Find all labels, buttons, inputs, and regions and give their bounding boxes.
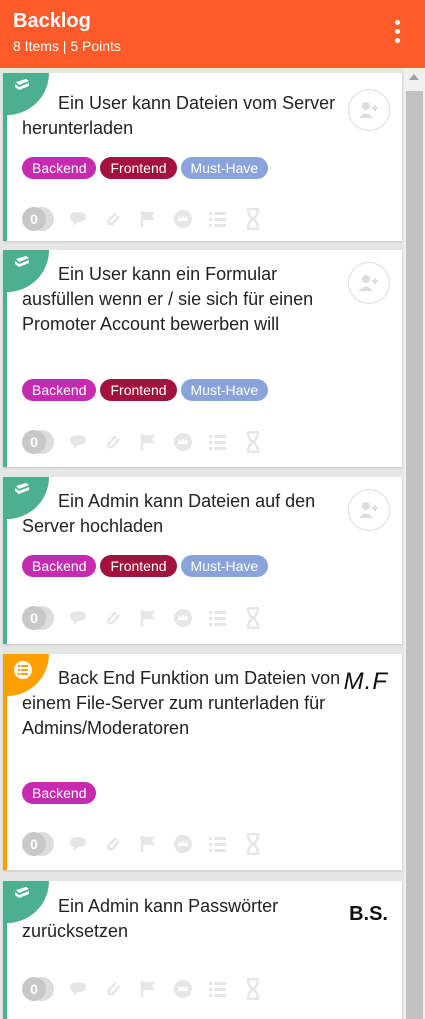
attachment-icon[interactable]: [102, 978, 124, 1000]
attachment-icon[interactable]: [102, 431, 124, 453]
crown-icon[interactable]: [172, 833, 194, 855]
card-title[interactable]: Ein Admin kann Dateien auf den Server ho…: [22, 489, 347, 539]
tag-frontend[interactable]: Frontend: [100, 555, 177, 577]
tag-backend[interactable]: Backend: [22, 782, 97, 804]
backlog-title: Backlog: [13, 10, 91, 32]
scrollbar-thumb[interactable]: [406, 91, 423, 1019]
card-title[interactable]: Ein User kann Dateien vom Server herunte…: [22, 91, 347, 141]
add-user-icon[interactable]: [348, 262, 390, 304]
hourglass-icon[interactable]: [242, 208, 264, 230]
checklist-icon[interactable]: [207, 208, 229, 230]
crown-icon[interactable]: [172, 431, 194, 453]
crown-icon[interactable]: [172, 978, 194, 1000]
story-points-badge[interactable]: 0: [22, 430, 54, 454]
card-footer: 0: [22, 207, 264, 231]
comment-icon[interactable]: [67, 833, 89, 855]
card-title[interactable]: Ein User kann ein Formular ausfüllen wen…: [22, 262, 347, 337]
hourglass-icon[interactable]: [242, 978, 264, 1000]
card-tags: Backend: [22, 782, 97, 804]
checklist-icon[interactable]: [207, 978, 229, 1000]
backlog-card[interactable]: Ein User kann ein Formular ausfüllen wen…: [3, 250, 402, 467]
add-user-icon[interactable]: [348, 89, 390, 131]
tag-must-have[interactable]: Must-Have: [180, 555, 269, 577]
flag-icon[interactable]: [137, 208, 159, 230]
crown-icon[interactable]: [172, 607, 194, 629]
scroll-up-icon[interactable]: [409, 74, 419, 80]
comment-icon[interactable]: [67, 431, 89, 453]
card-footer: 0: [22, 430, 264, 454]
more-options-icon[interactable]: [395, 20, 401, 46]
tag-frontend[interactable]: Frontend: [100, 379, 177, 401]
tag-frontend[interactable]: Frontend: [100, 157, 177, 179]
hourglass-icon[interactable]: [242, 833, 264, 855]
flag-icon[interactable]: [137, 431, 159, 453]
card-title[interactable]: Back End Funktion um Dateien von einem F…: [22, 666, 347, 741]
attachment-icon[interactable]: [102, 833, 124, 855]
attachment-icon[interactable]: [102, 607, 124, 629]
tag-must-have[interactable]: Must-Have: [180, 157, 269, 179]
checklist-icon[interactable]: [207, 833, 229, 855]
card-title[interactable]: Ein Admin kann Passwörter zurücksetzen: [22, 894, 347, 944]
card-footer: 0: [22, 977, 264, 1001]
backlog-card[interactable]: Ein Admin kann Dateien auf den Server ho…: [3, 477, 402, 644]
comment-icon[interactable]: [67, 607, 89, 629]
assignee-initials[interactable]: B.S.: [349, 903, 388, 926]
story-points-badge[interactable]: 0: [22, 832, 54, 856]
tag-backend[interactable]: Backend: [22, 379, 97, 401]
backlog-header: Backlog 8 Items | 5 Points: [0, 0, 425, 68]
assignee-initials[interactable]: M.F: [344, 668, 388, 696]
comment-icon[interactable]: [67, 208, 89, 230]
hourglass-icon[interactable]: [242, 607, 264, 629]
tag-backend[interactable]: Backend: [22, 555, 97, 577]
story-points-badge[interactable]: 0: [22, 207, 54, 231]
flag-icon[interactable]: [137, 607, 159, 629]
hourglass-icon[interactable]: [242, 431, 264, 453]
card-tags: Backend Frontend Must-Have: [22, 379, 269, 401]
backlog-card[interactable]: Ein User kann Dateien vom Server herunte…: [3, 73, 402, 241]
card-footer: 0: [22, 832, 264, 856]
tag-must-have[interactable]: Must-Have: [180, 379, 269, 401]
backlog-list[interactable]: Ein User kann Dateien vom Server herunte…: [0, 68, 404, 1019]
tag-backend[interactable]: Backend: [22, 157, 97, 179]
attachment-icon[interactable]: [102, 208, 124, 230]
vertical-scrollbar[interactable]: [404, 68, 425, 1019]
backlog-summary: 8 Items | 5 Points: [13, 38, 121, 54]
backlog-card[interactable]: Ein Admin kann Passwörter zurücksetzen B…: [3, 881, 402, 1019]
card-footer: 0: [22, 606, 264, 630]
story-points-badge[interactable]: 0: [22, 606, 54, 630]
checklist-icon[interactable]: [207, 607, 229, 629]
card-tags: Backend Frontend Must-Have: [22, 555, 269, 577]
backlog-card[interactable]: Back End Funktion um Dateien von einem F…: [3, 654, 402, 870]
flag-icon[interactable]: [137, 833, 159, 855]
flag-icon[interactable]: [137, 978, 159, 1000]
checklist-icon[interactable]: [207, 431, 229, 453]
story-points-badge[interactable]: 0: [22, 977, 54, 1001]
card-tags: Backend Frontend Must-Have: [22, 157, 269, 179]
comment-icon[interactable]: [67, 978, 89, 1000]
add-user-icon[interactable]: [348, 489, 390, 531]
crown-icon[interactable]: [172, 208, 194, 230]
